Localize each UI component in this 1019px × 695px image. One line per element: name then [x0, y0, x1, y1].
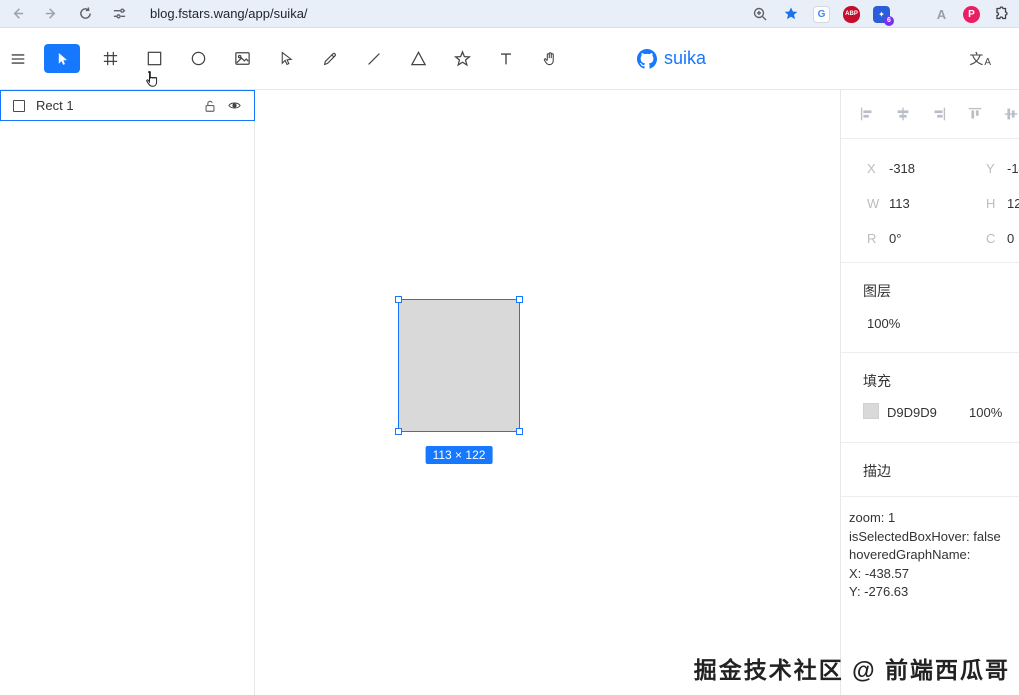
extension-translate-icon[interactable]: G — [813, 6, 830, 23]
stroke-section-title: 描边 — [863, 461, 891, 481]
align-top-icon[interactable] — [966, 105, 984, 123]
y-value[interactable]: -14 — [1007, 161, 1019, 176]
browser-topbar: blog.fstars.wang/app/suika/ G ABP ✦6 A P — [0, 0, 1019, 28]
debug-zoom: zoom: 1 — [849, 509, 1019, 528]
prop-row-wh: W 113 H 122 — [841, 187, 1019, 222]
menu-icon[interactable] — [6, 47, 30, 71]
extension-palette-icon[interactable] — [903, 6, 920, 23]
translate-en-glyph: A — [984, 57, 991, 68]
tool-star[interactable] — [450, 47, 474, 71]
fill-opacity-value[interactable]: 100% — [969, 405, 1002, 420]
fill-color-hex[interactable]: D9D9D9 — [887, 405, 937, 420]
app-name: suika — [664, 48, 706, 69]
x-label: X — [867, 161, 876, 176]
reload-icon[interactable] — [76, 5, 94, 23]
github-icon — [637, 49, 657, 69]
app-logo[interactable]: suika — [637, 28, 706, 89]
debug-hoveredgraphname: hoveredGraphName: — [849, 546, 1019, 565]
fill-section-title: 填充 — [863, 371, 891, 391]
tool-select[interactable] — [44, 44, 80, 73]
prop-row-rc: R 0° C 0 — [841, 222, 1019, 257]
selection-size-badge: 113 × 122 — [426, 446, 493, 464]
translate-cn-glyph: 文 — [969, 49, 983, 69]
watermark-text: 掘金技术社区 @ 前端西瓜哥 — [694, 651, 1010, 685]
debug-x: X: -438.57 — [849, 565, 1019, 584]
align-right-icon[interactable] — [930, 105, 948, 123]
resize-handle-top-left[interactable] — [395, 296, 402, 303]
align-horizontal-center-icon[interactable] — [894, 105, 912, 123]
tool-frame[interactable] — [98, 47, 122, 71]
tool-line[interactable] — [362, 47, 386, 71]
w-value[interactable]: 113 — [889, 196, 910, 211]
debug-info: zoom: 1 isSelectedBoxHover: false hovere… — [841, 497, 1019, 602]
fill-section: 填充 D9D9D9 100% — [841, 353, 1019, 443]
prop-row-xy: X -318 Y -14 — [841, 152, 1019, 187]
site-settings-icon[interactable] — [110, 5, 128, 23]
align-left-icon[interactable] — [858, 105, 876, 123]
layer-item-rect1[interactable]: Rect 1 — [0, 90, 255, 121]
zoom-in-icon[interactable] — [751, 5, 769, 23]
tool-pencil[interactable] — [318, 47, 342, 71]
canvas-selected-rect[interactable] — [398, 299, 520, 432]
debug-y: Y: -276.63 — [849, 583, 1019, 602]
back-icon[interactable] — [8, 5, 26, 23]
tool-text[interactable] — [494, 47, 518, 71]
tool-hand[interactable] — [538, 47, 562, 71]
extension-abp-icon[interactable]: ABP — [843, 6, 860, 23]
h-label: H — [986, 196, 995, 211]
rect-layer-icon — [13, 100, 25, 112]
translate-icon[interactable]: 文A — [969, 28, 991, 89]
h-value[interactable]: 122 — [1007, 196, 1019, 211]
align-toolbar — [841, 90, 1019, 139]
extensions-puzzle-icon[interactable] — [993, 5, 1011, 23]
visibility-eye-icon[interactable] — [226, 98, 242, 114]
app-toolbar: suika 文A — [0, 28, 1019, 90]
align-vertical-center-icon[interactable] — [1002, 105, 1019, 123]
fill-color-swatch[interactable] — [863, 403, 879, 419]
w-label: W — [867, 196, 879, 211]
rotation-label: R — [867, 231, 876, 246]
unlock-icon[interactable] — [202, 98, 218, 114]
rotation-value[interactable]: 0° — [889, 231, 901, 246]
transform-props: X -318 Y -14 W 113 H 122 R 0° C 0 — [841, 139, 1019, 263]
layer-opacity-value[interactable]: 100% — [867, 316, 900, 331]
layers-panel: Rect 1 — [0, 90, 255, 695]
stroke-section: 描边 — [841, 443, 1019, 497]
tool-triangle[interactable] — [406, 47, 430, 71]
extension-a-icon[interactable]: A — [933, 6, 950, 23]
forward-icon[interactable] — [42, 5, 60, 23]
extension-p-icon[interactable]: P — [963, 6, 980, 23]
extension-blue-icon[interactable]: ✦6 — [873, 6, 890, 23]
resize-handle-bottom-left[interactable] — [395, 428, 402, 435]
layer-section: 图层 100% — [841, 263, 1019, 353]
x-value[interactable]: -318 — [889, 161, 915, 176]
bookmark-star-icon[interactable] — [782, 5, 800, 23]
extension-badge: 6 — [884, 16, 894, 26]
debug-selectedboxhover: isSelectedBoxHover: false — [849, 528, 1019, 547]
resize-handle-bottom-right[interactable] — [516, 428, 523, 435]
corner-label: C — [986, 231, 995, 246]
url-text[interactable]: blog.fstars.wang/app/suika/ — [150, 6, 308, 21]
corner-value[interactable]: 0 — [1007, 231, 1014, 246]
layer-name: Rect 1 — [36, 98, 194, 113]
y-label: Y — [986, 161, 995, 176]
tool-image[interactable] — [230, 47, 254, 71]
tool-rectangle[interactable] — [142, 47, 166, 71]
layer-section-title: 图层 — [863, 281, 891, 301]
inspector-panel: X -318 Y -14 W 113 H 122 R 0° C 0 图层 100… — [840, 90, 1019, 695]
resize-handle-top-right[interactable] — [516, 296, 523, 303]
tool-select-area[interactable] — [274, 47, 298, 71]
tool-ellipse[interactable] — [186, 47, 210, 71]
